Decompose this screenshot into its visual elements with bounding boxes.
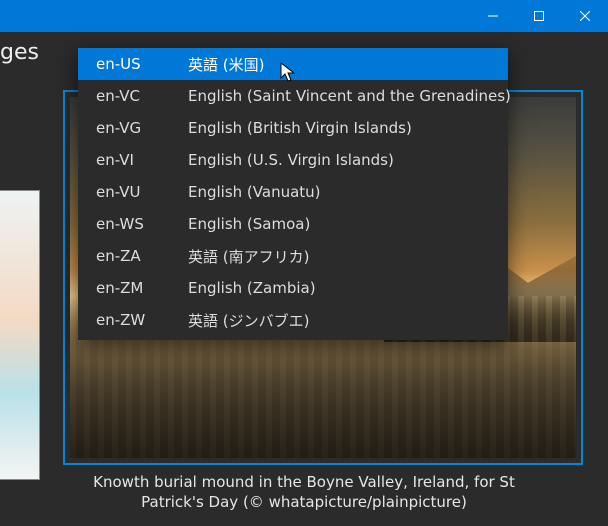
close-button[interactable] <box>562 0 608 32</box>
caption-line-2: Patrick's Day (© whatapicture/plainpictu… <box>141 493 467 511</box>
language-code: en-VI <box>96 151 188 169</box>
language-option[interactable]: en-VU English (Vanuatu) <box>78 176 508 208</box>
language-code: en-ZW <box>96 311 188 329</box>
maximize-button[interactable] <box>516 0 562 32</box>
titlebar <box>0 0 608 32</box>
app-window: ges Knowth burial mound in the Boyne Val… <box>0 0 608 526</box>
language-option[interactable]: en-WS English (Samoa) <box>78 208 508 240</box>
language-label: English (Samoa) <box>188 215 490 233</box>
language-label: 英語 (ジンバブエ) <box>188 310 490 331</box>
language-code: en-VU <box>96 183 188 201</box>
language-code: en-VG <box>96 119 188 137</box>
page-title-fragment: ges <box>0 40 39 65</box>
image-caption: Knowth burial mound in the Boyne Valley,… <box>0 472 608 513</box>
minimize-button[interactable] <box>470 0 516 32</box>
language-code: en-ZA <box>96 247 188 265</box>
language-label: English (Saint Vincent and the Grenadine… <box>188 87 511 105</box>
language-option[interactable]: en-ZM English (Zambia) <box>78 272 508 304</box>
language-option[interactable]: en-VC English (Saint Vincent and the Gre… <box>78 80 508 112</box>
thumbnail-prev[interactable] <box>0 190 40 480</box>
language-option[interactable]: en-US 英語 (米国) <box>78 48 508 80</box>
language-label: English (Vanuatu) <box>188 183 490 201</box>
language-code: en-ZM <box>96 279 188 297</box>
language-option[interactable]: en-VI English (U.S. Virgin Islands) <box>78 144 508 176</box>
language-label: English (Zambia) <box>188 279 490 297</box>
language-label: 英語 (南アフリカ) <box>188 246 490 267</box>
language-option[interactable]: en-ZA 英語 (南アフリカ) <box>78 240 508 272</box>
language-label: English (U.S. Virgin Islands) <box>188 151 490 169</box>
language-label: English (British Virgin Islands) <box>188 119 490 137</box>
caption-line-1: Knowth burial mound in the Boyne Valley,… <box>93 473 515 491</box>
language-label: 英語 (米国) <box>188 54 490 75</box>
language-dropdown[interactable]: en-US 英語 (米国) en-VC English (Saint Vince… <box>78 48 508 340</box>
language-code: en-VC <box>96 87 188 105</box>
language-option[interactable]: en-ZW 英語 (ジンバブエ) <box>78 304 508 336</box>
language-code: en-WS <box>96 215 188 233</box>
language-option[interactable]: en-VG English (British Virgin Islands) <box>78 112 508 144</box>
language-code: en-US <box>96 55 188 73</box>
